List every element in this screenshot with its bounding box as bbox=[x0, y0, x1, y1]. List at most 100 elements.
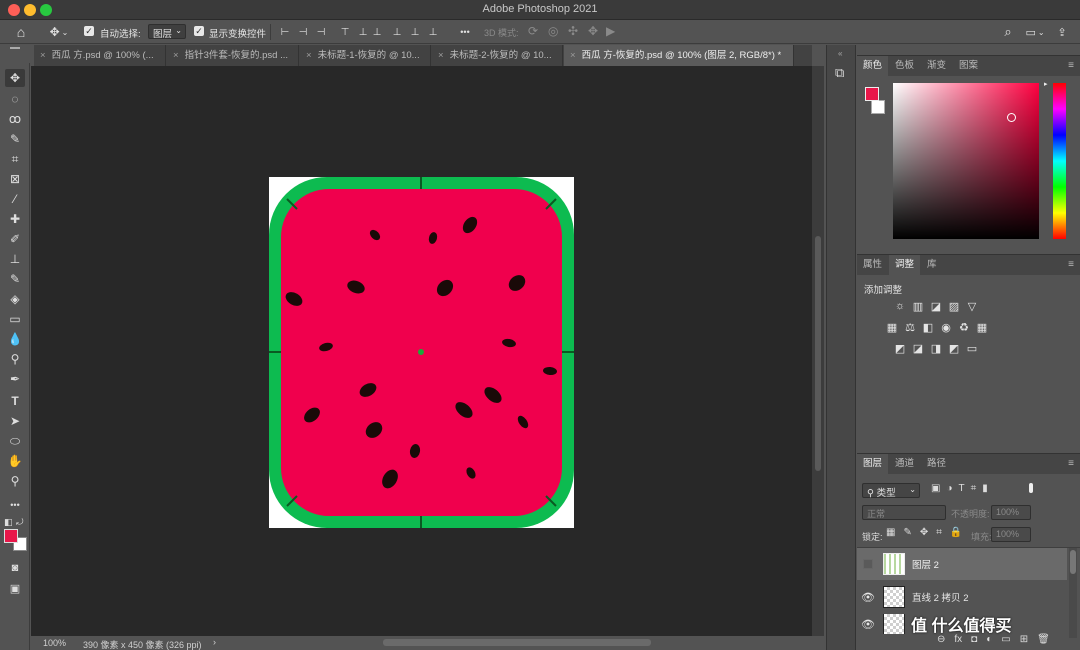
blend-mode-dropdown[interactable]: 正常 bbox=[862, 505, 946, 520]
home-icon[interactable]: ⌂ bbox=[12, 24, 30, 40]
tab-channels[interactable]: 通道 bbox=[889, 454, 920, 474]
vertical-scroll-thumb[interactable] bbox=[815, 236, 821, 471]
align-top-icon[interactable]: ⊤ bbox=[338, 24, 352, 40]
move-tool-preset-button[interactable]: ✥ ⌄ bbox=[44, 24, 74, 40]
pan-3d-icon[interactable]: ✣ bbox=[568, 24, 578, 38]
foreground-color-swatch[interactable] bbox=[865, 87, 879, 101]
move-tool-icon[interactable]: ✥ bbox=[5, 69, 25, 87]
opacity-input[interactable]: 100% bbox=[991, 505, 1031, 520]
align-bottom-icon[interactable]: ⊥ bbox=[390, 24, 404, 40]
type-tool-icon[interactable]: T bbox=[5, 392, 25, 410]
exposure-icon[interactable]: ▨ bbox=[947, 300, 961, 313]
tab-patterns[interactable]: 图案 bbox=[953, 56, 984, 76]
history-panel-icon[interactable]: ⧉ bbox=[835, 65, 844, 81]
zoom-tool-icon[interactable]: ⚲ bbox=[5, 472, 25, 490]
blur-tool-icon[interactable]: 💧 bbox=[5, 330, 25, 348]
panel-menu-icon[interactable]: ≡ bbox=[1068, 259, 1074, 270]
link-layers-icon[interactable]: ⊖ bbox=[937, 634, 945, 645]
marquee-tool-icon[interactable]: ◌ bbox=[5, 90, 25, 108]
share-icon[interactable]: ⇪ bbox=[1054, 24, 1070, 40]
layers-scrollbar[interactable] bbox=[1069, 548, 1077, 638]
eye-icon[interactable]: 👁 bbox=[857, 581, 879, 613]
show-transform-checkbox[interactable]: ✓ bbox=[194, 26, 204, 36]
workspace-icon[interactable]: ▭ ⌄ bbox=[1022, 24, 1048, 40]
lock-position-icon[interactable]: ✥ bbox=[920, 527, 928, 538]
levels-icon[interactable]: ▥ bbox=[911, 300, 925, 313]
distribute-v-icon[interactable]: ⊥ bbox=[408, 24, 422, 40]
posterize-icon[interactable]: ◪ bbox=[911, 342, 925, 355]
crop-tool-icon[interactable]: ⌗ bbox=[5, 150, 25, 168]
healing-tool-icon[interactable]: ✚ bbox=[5, 210, 25, 228]
hand-tool-icon[interactable]: ✋ bbox=[5, 452, 25, 470]
pen-tool-icon[interactable]: ✒ bbox=[5, 370, 25, 388]
quick-mask-icon[interactable]: ◙ bbox=[5, 559, 25, 577]
channel-mixer-icon[interactable]: ♻ bbox=[957, 321, 971, 334]
photo-filter-icon[interactable]: ◉ bbox=[939, 321, 953, 334]
black-white-icon[interactable]: ◧ bbox=[921, 321, 935, 334]
lasso-tool-icon[interactable]: ꝏ bbox=[5, 110, 25, 128]
color-picker-cursor[interactable] bbox=[1007, 113, 1016, 122]
new-group-icon[interactable]: ▭ bbox=[1001, 634, 1010, 645]
tab-doc-1[interactable]: × 西瓜 方.psd @ 100% (... bbox=[34, 45, 166, 66]
lock-all-icon[interactable]: 🔒 bbox=[950, 527, 962, 538]
tab-gradients[interactable]: 渐变 bbox=[921, 56, 952, 76]
lock-artboard-icon[interactable]: ⌗ bbox=[936, 527, 942, 538]
align-left-icon[interactable]: ⊢ bbox=[278, 24, 292, 40]
color-lookup-icon[interactable]: ▦ bbox=[975, 321, 989, 334]
panel-menu-icon[interactable]: ≡ bbox=[1068, 60, 1074, 71]
tab-layers[interactable]: 图层 bbox=[857, 454, 889, 474]
color-picker-field[interactable] bbox=[893, 83, 1039, 239]
add-mask-icon[interactable]: ◘ bbox=[971, 634, 977, 645]
filter-pixel-icon[interactable]: ▣ bbox=[931, 483, 940, 494]
screen-mode-icon[interactable]: ▣ bbox=[5, 579, 25, 597]
filter-shape-icon[interactable]: ⌗ bbox=[971, 483, 977, 494]
close-tab-icon[interactable]: × bbox=[40, 50, 46, 61]
tab-doc-2[interactable]: × 指针3件套-恢复的.psd ... bbox=[167, 45, 299, 66]
layer-row[interactable]: 👁 直线 2 拷贝 2 bbox=[857, 581, 1067, 613]
align-hcenter-icon[interactable]: ⊣ bbox=[296, 24, 310, 40]
layer-row[interactable]: 图层 2 bbox=[857, 548, 1067, 580]
eraser-tool-icon[interactable]: ◈ bbox=[5, 290, 25, 308]
ellipse-tool-icon[interactable]: ⬭ bbox=[5, 432, 25, 450]
filter-type-icon[interactable]: T bbox=[959, 483, 965, 494]
visibility-toggle[interactable] bbox=[857, 548, 879, 580]
status-menu-arrow[interactable]: › bbox=[213, 637, 216, 647]
brush-tool-icon[interactable]: ✐ bbox=[5, 230, 25, 248]
hue-slider-handle[interactable]: ▸ bbox=[1044, 80, 1048, 88]
auto-select-checkbox[interactable]: ✓ bbox=[84, 26, 94, 36]
filter-adjustment-icon[interactable]: ◑ bbox=[946, 483, 952, 494]
align-right-icon[interactable]: ⊣ bbox=[314, 24, 328, 40]
lock-pixels-icon[interactable]: ✎ bbox=[903, 527, 911, 538]
scale-3d-icon[interactable]: ▶ bbox=[606, 24, 615, 38]
frame-tool-icon[interactable]: ⊠ bbox=[5, 170, 25, 188]
vertical-scrollbar[interactable] bbox=[812, 66, 824, 636]
tab-adjustments[interactable]: 调整 bbox=[889, 255, 921, 275]
tab-color[interactable]: 颜色 bbox=[857, 56, 889, 76]
background-color-swatch[interactable] bbox=[871, 100, 885, 114]
layer-filter-dropdown[interactable]: ⚲ 类型 ⌄ bbox=[862, 483, 920, 499]
layer-name[interactable]: 直线 2 拷贝 2 bbox=[912, 590, 969, 604]
orbit-3d-icon[interactable]: ⟳ bbox=[528, 24, 538, 38]
auto-select-dropdown[interactable]: 图层 ⌄ bbox=[148, 24, 186, 40]
hue-saturation-icon[interactable]: ▦ bbox=[885, 321, 899, 334]
edit-toolbar-icon[interactable]: ••• bbox=[5, 496, 25, 514]
fill-input[interactable]: 100% bbox=[991, 527, 1031, 542]
lock-transparent-icon[interactable]: ▦ bbox=[886, 527, 895, 538]
stamp-tool-icon[interactable]: ⊥ bbox=[5, 250, 25, 268]
layers-scroll-thumb[interactable] bbox=[1070, 550, 1076, 574]
close-tab-icon[interactable]: × bbox=[438, 50, 444, 61]
swap-colors-icon[interactable]: ⤾ bbox=[16, 517, 24, 528]
delete-layer-icon[interactable]: 🗑 bbox=[1037, 634, 1050, 645]
invert-icon[interactable]: ◩ bbox=[893, 342, 907, 355]
roll-3d-icon[interactable]: ◎ bbox=[548, 24, 558, 38]
path-select-tool-icon[interactable]: ➤ bbox=[5, 412, 25, 430]
new-layer-icon[interactable]: ⊞ bbox=[1020, 634, 1028, 645]
more-options-button[interactable]: ••• bbox=[456, 24, 474, 40]
default-colors-icon[interactable]: ◧ bbox=[4, 517, 13, 528]
selective-color-icon[interactable]: ◩ bbox=[947, 342, 961, 355]
tab-libraries[interactable]: 库 bbox=[921, 255, 943, 275]
curves-icon[interactable]: ◪ bbox=[929, 300, 943, 313]
new-adjustment-icon[interactable]: ◐ bbox=[986, 634, 992, 645]
document-canvas[interactable] bbox=[269, 177, 574, 528]
layer-name[interactable]: 图层 2 bbox=[912, 557, 939, 571]
